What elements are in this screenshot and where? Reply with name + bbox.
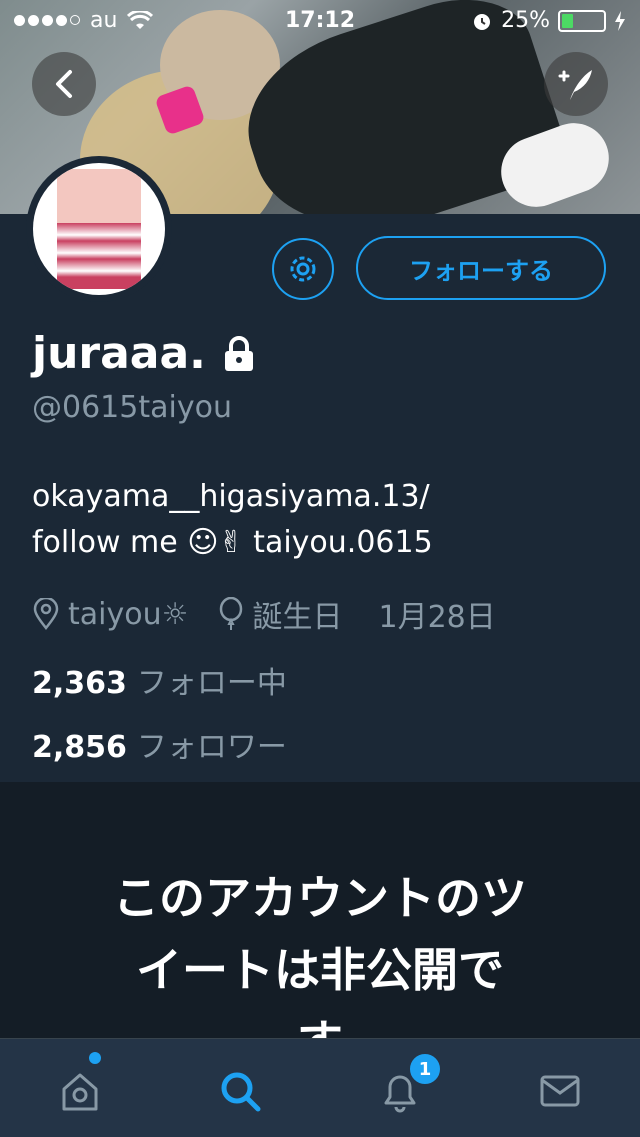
tab-search[interactable]	[212, 1063, 268, 1119]
battery-percent: 25%	[501, 8, 550, 33]
location-item: taiyou☼	[32, 597, 189, 632]
notice-line: このアカウントのツ	[113, 871, 527, 925]
search-icon	[221, 1072, 261, 1112]
tab-messages[interactable]	[532, 1063, 588, 1119]
bio-line: okayama__higasiyama.13/	[32, 479, 430, 514]
following-count: 2,363	[32, 666, 127, 701]
display-name-row: juraaa.	[32, 328, 258, 379]
following-label: フォロー中	[136, 666, 287, 701]
location-text: taiyou☼	[68, 596, 189, 632]
followers-count: 2,856	[32, 730, 127, 765]
notification-badge: 1	[408, 1052, 442, 1086]
lock-icon	[224, 335, 253, 371]
user-handle: @0615taiyou	[32, 390, 232, 425]
display-name: juraaa.	[32, 328, 206, 379]
home-icon	[62, 1073, 98, 1111]
profile-meta: taiyou☼ 誕生日 1月28日	[32, 592, 524, 636]
chevron-left-icon	[56, 70, 72, 98]
compose-feather-icon	[558, 70, 592, 100]
status-bar: au 17:12 25%	[0, 0, 640, 40]
back-button[interactable]	[32, 52, 96, 116]
birthday-label: 誕生日	[252, 600, 343, 635]
envelope-icon	[540, 1075, 580, 1107]
follow-button[interactable]: フォローする	[356, 236, 606, 300]
location-pin-icon	[33, 598, 59, 630]
gear-icon	[290, 256, 316, 282]
following-stat[interactable]: 2,363 フォロー中	[32, 658, 287, 702]
notice-line: イートは非公開で	[136, 943, 504, 997]
birthday-value: 1月28日	[378, 600, 496, 635]
compose-tweet-button[interactable]	[544, 52, 608, 116]
home-unread-dot	[89, 1052, 101, 1064]
alarm-icon	[474, 13, 491, 30]
balloon-icon	[219, 597, 242, 630]
bio-line: follow me ☺✌ taiyou.0615	[32, 525, 433, 560]
battery-icon	[558, 9, 606, 32]
avatar[interactable]	[33, 163, 165, 295]
birthday-item: 誕生日 1月28日	[217, 592, 496, 636]
tab-home[interactable]	[52, 1063, 108, 1119]
followers-label: フォロワー	[136, 730, 287, 765]
profile-settings-button[interactable]	[272, 238, 334, 300]
charging-icon	[615, 10, 625, 31]
followers-stat[interactable]: 2,856 フォロワー	[32, 722, 287, 766]
profile-bio: okayama__higasiyama.13/ follow me ☺✌ tai…	[32, 474, 622, 566]
